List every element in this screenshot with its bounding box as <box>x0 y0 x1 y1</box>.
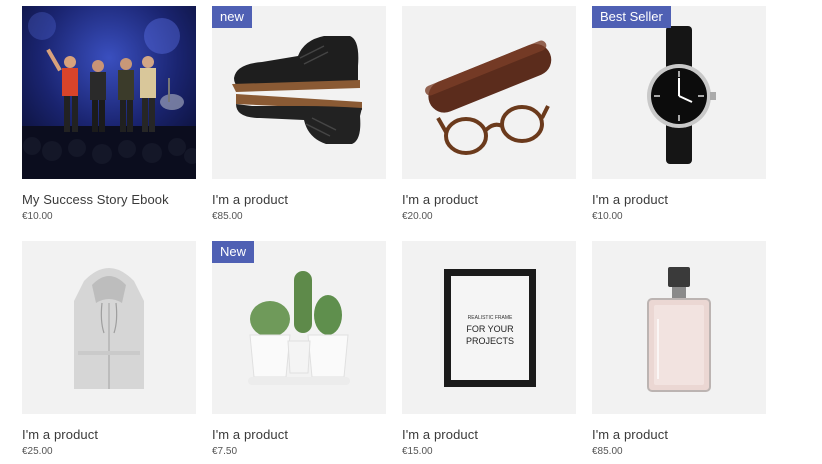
product-card[interactable]: I'm a product €85.00 <box>592 241 766 458</box>
product-image-frame[interactable]: REALISTIC FRAME FOR YOUR PROJECTS <box>402 241 576 414</box>
product-name[interactable]: My Success Story Ebook <box>22 192 196 208</box>
perfume-bottle <box>592 241 766 414</box>
product-badge: New <box>212 241 255 263</box>
grey-hoodie <box>22 241 196 414</box>
product-badge: new <box>212 6 252 28</box>
product-price: €25.00 <box>22 446 53 457</box>
product-image-hoodie[interactable] <box>22 241 196 414</box>
product-price: €7.50 <box>212 446 238 457</box>
product-name[interactable]: I'm a product <box>402 192 576 208</box>
product-card[interactable]: New I'm a product €7.50 <box>212 241 386 458</box>
product-name[interactable]: I'm a product <box>212 192 386 208</box>
product-price: €20.00 <box>402 211 433 222</box>
product-image-glasses[interactable] <box>402 6 576 179</box>
product-image-boots[interactable]: new <box>212 6 386 179</box>
product-card[interactable]: REALISTIC FRAME FOR YOUR PROJECTS I'm a … <box>402 241 576 458</box>
picture-frame: REALISTIC FRAME FOR YOUR PROJECTS <box>402 241 576 414</box>
product-image-perfume[interactable] <box>592 241 766 414</box>
product-price: €10.00 <box>592 211 623 222</box>
product-name[interactable]: I'm a product <box>592 427 766 443</box>
product-card[interactable]: new I'm a product €85.00 <box>212 6 386 223</box>
product-card[interactable]: I'm a product €20.00 <box>402 6 576 223</box>
cactus-planter <box>212 241 386 414</box>
concert-photo <box>22 6 196 179</box>
poster-line-2: FOR YOUR <box>466 324 514 334</box>
product-image-concert[interactable] <box>22 6 196 179</box>
product-card[interactable]: My Success Story Ebook €10.00 <box>22 6 196 223</box>
product-badge: Best Seller <box>592 6 671 28</box>
product-image-watch[interactable]: Best Seller <box>592 6 766 179</box>
product-name[interactable]: I'm a product <box>22 427 196 443</box>
product-name[interactable]: I'm a product <box>402 427 576 443</box>
product-name[interactable]: I'm a product <box>592 192 766 208</box>
product-card[interactable]: I'm a product €25.00 <box>22 241 196 458</box>
wrist-watch <box>592 6 766 179</box>
product-price: €85.00 <box>212 211 243 222</box>
product-price: €15.00 <box>402 446 433 457</box>
product-image-cactus[interactable]: New <box>212 241 386 414</box>
product-price: €10.00 <box>22 211 53 222</box>
poster-line-3: PROJECTS <box>466 336 514 346</box>
leather-boots <box>212 6 386 179</box>
glasses-and-case <box>402 6 576 179</box>
product-price: €85.00 <box>592 446 623 457</box>
product-name[interactable]: I'm a product <box>212 427 386 443</box>
product-card[interactable]: Best Seller I'm a product €10.00 <box>592 6 766 223</box>
poster-line-1: REALISTIC FRAME <box>468 315 513 321</box>
